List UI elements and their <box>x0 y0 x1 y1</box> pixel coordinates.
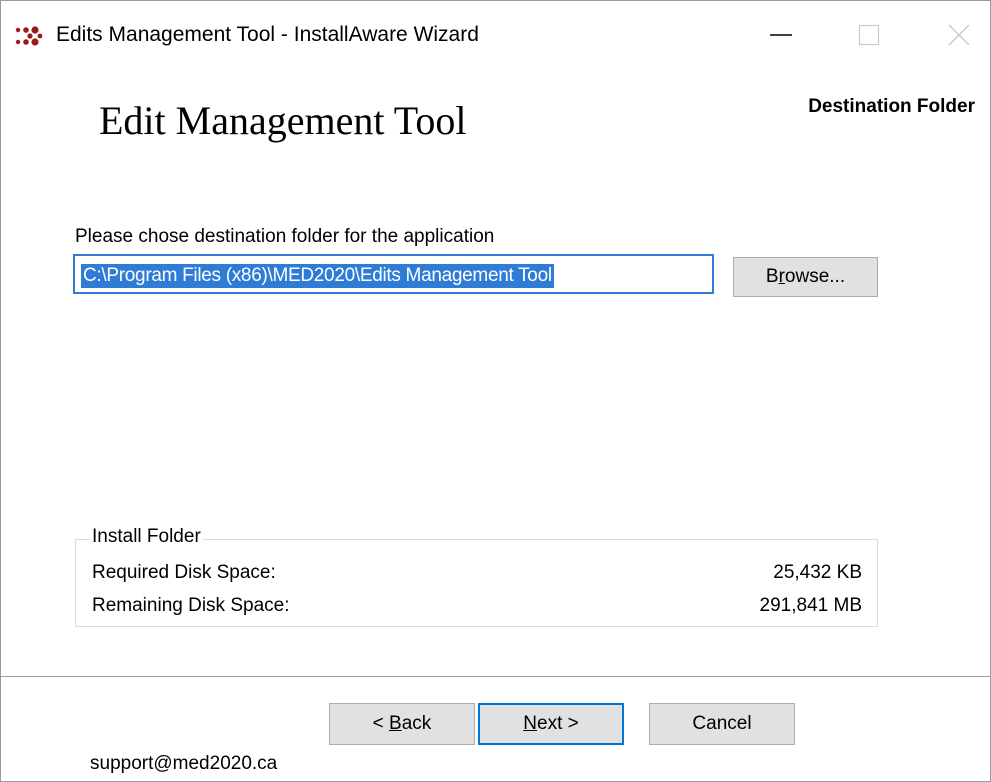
back-button[interactable]: < Back <box>329 703 475 745</box>
cancel-label: Cancel <box>692 713 752 734</box>
minimize-button[interactable] <box>758 15 804 55</box>
browse-button[interactable]: Br owse... <box>733 257 878 297</box>
window-title: Edits Management Tool - InstallAware Wiz… <box>56 23 479 46</box>
destination-path-value: C:\Program Files (x86)\MED2020\Edits Man… <box>81 264 554 288</box>
maximize-icon <box>858 24 880 46</box>
browse-label-prefix: B <box>765 266 779 287</box>
maximize-button[interactable] <box>846 15 892 55</box>
destination-prompt: Please chose destination folder for the … <box>75 226 495 247</box>
support-email: support@med2020.ca <box>90 753 278 774</box>
install-folder-legend: Install Folder <box>90 526 203 548</box>
close-button[interactable] <box>936 15 982 55</box>
installaware-dots-icon <box>15 25 43 47</box>
cancel-button[interactable]: Cancel <box>649 703 795 745</box>
browse-label-suffix: owse... <box>784 266 846 287</box>
next-label-suffix: ext > <box>537 713 579 734</box>
back-label-mnemonic: B <box>389 713 402 734</box>
destination-path-input[interactable]: C:\Program Files (x86)\MED2020\Edits Man… <box>73 254 714 294</box>
minimize-icon <box>770 34 792 36</box>
remaining-space-value: 291,841 MB <box>759 595 862 616</box>
product-title: Edit Management Tool <box>99 98 467 143</box>
install-folder-group: Install Folder Required Disk Space: 25,4… <box>75 526 878 627</box>
installer-window: Edits Management Tool - InstallAware Wiz… <box>0 0 991 782</box>
title-bar[interactable]: Edits Management Tool - InstallAware Wiz… <box>1 1 990 63</box>
back-label-prefix: < <box>372 713 390 734</box>
remaining-space-label: Remaining Disk Space: <box>92 595 290 616</box>
required-space-label: Required Disk Space: <box>92 562 276 583</box>
footer-separator <box>1 676 990 678</box>
required-space-value: 25,432 KB <box>773 562 862 583</box>
step-title: Destination Folder <box>808 96 975 117</box>
close-icon <box>948 24 970 46</box>
next-button[interactable]: Next > <box>478 703 624 745</box>
next-label-mnemonic: N <box>523 713 537 734</box>
back-label-suffix: ack <box>401 713 432 734</box>
